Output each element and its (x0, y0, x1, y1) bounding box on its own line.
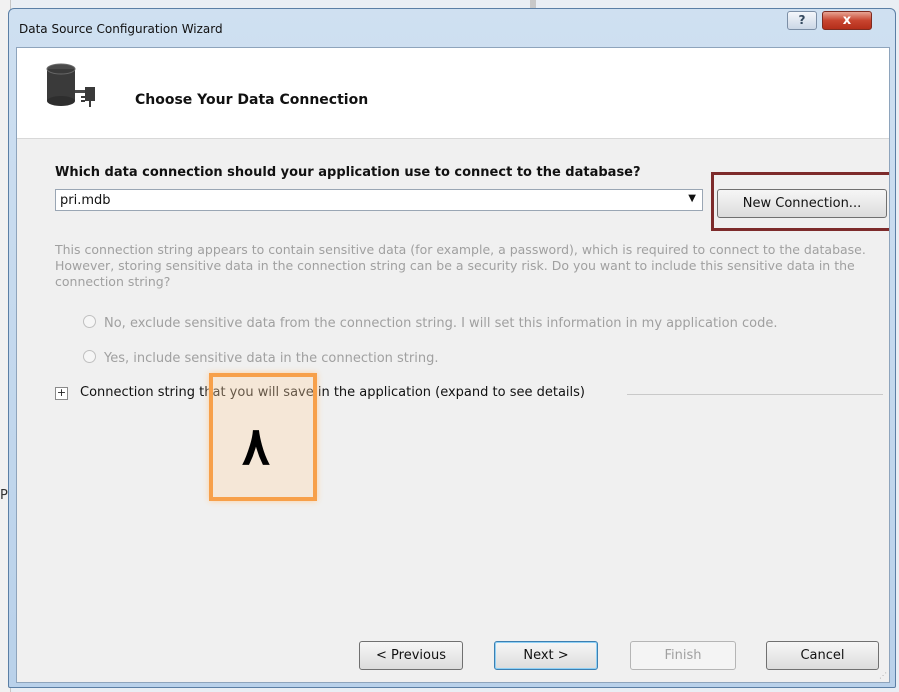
connection-string-expander[interactable]: + Connection string that you will save in… (55, 385, 585, 400)
connection-dropdown-value: pri.mdb (60, 193, 111, 208)
window-title: Data Source Configuration Wizard (19, 22, 223, 36)
sensitive-data-note: This connection string appears to contai… (55, 242, 866, 289)
wizard-window: Data Source Configuration Wizard ? x Cho… (8, 8, 896, 688)
radio-button-icon[interactable] (83, 315, 96, 328)
expander-label: Connection string that you will save in … (80, 385, 585, 400)
radio-exclude-label: No, exclude sensitive data from the conn… (104, 316, 778, 331)
new-connection-button[interactable]: New Connection... (717, 189, 887, 218)
connection-question-label: Which data connection should your applic… (55, 165, 641, 180)
cancel-button[interactable]: Cancel (766, 641, 879, 670)
annotation-number: ٨ (242, 416, 270, 477)
help-button[interactable]: ? (787, 11, 817, 30)
previous-button[interactable]: < Previous (359, 641, 463, 670)
background-divider (530, 0, 536, 8)
finish-button[interactable]: Finish (630, 641, 736, 670)
page-title: Choose Your Data Connection (135, 92, 369, 108)
close-button[interactable]: x (822, 11, 872, 30)
wizard-header: Choose Your Data Connection (17, 48, 889, 139)
radio-include-label: Yes, include sensitive data in the conne… (104, 351, 439, 366)
resize-grip-icon[interactable]: ⋰ (879, 671, 887, 680)
next-button[interactable]: Next > (494, 641, 598, 670)
chevron-down-icon[interactable]: ▼ (688, 193, 696, 204)
radio-include-sensitive[interactable]: Yes, include sensitive data in the conne… (83, 350, 438, 366)
expander-divider (627, 394, 883, 395)
background-letter: P (0, 488, 8, 503)
radio-button-icon[interactable] (83, 350, 96, 363)
expand-plus-icon[interactable]: + (55, 387, 68, 400)
connection-dropdown[interactable]: pri.mdb ▼ (55, 189, 703, 211)
dialog-client-area: Choose Your Data Connection Which data c… (16, 47, 890, 683)
radio-exclude-sensitive[interactable]: No, exclude sensitive data from the conn… (83, 315, 777, 331)
database-connection-icon (46, 63, 95, 107)
title-bar[interactable]: Data Source Configuration Wizard ? x (9, 9, 895, 47)
